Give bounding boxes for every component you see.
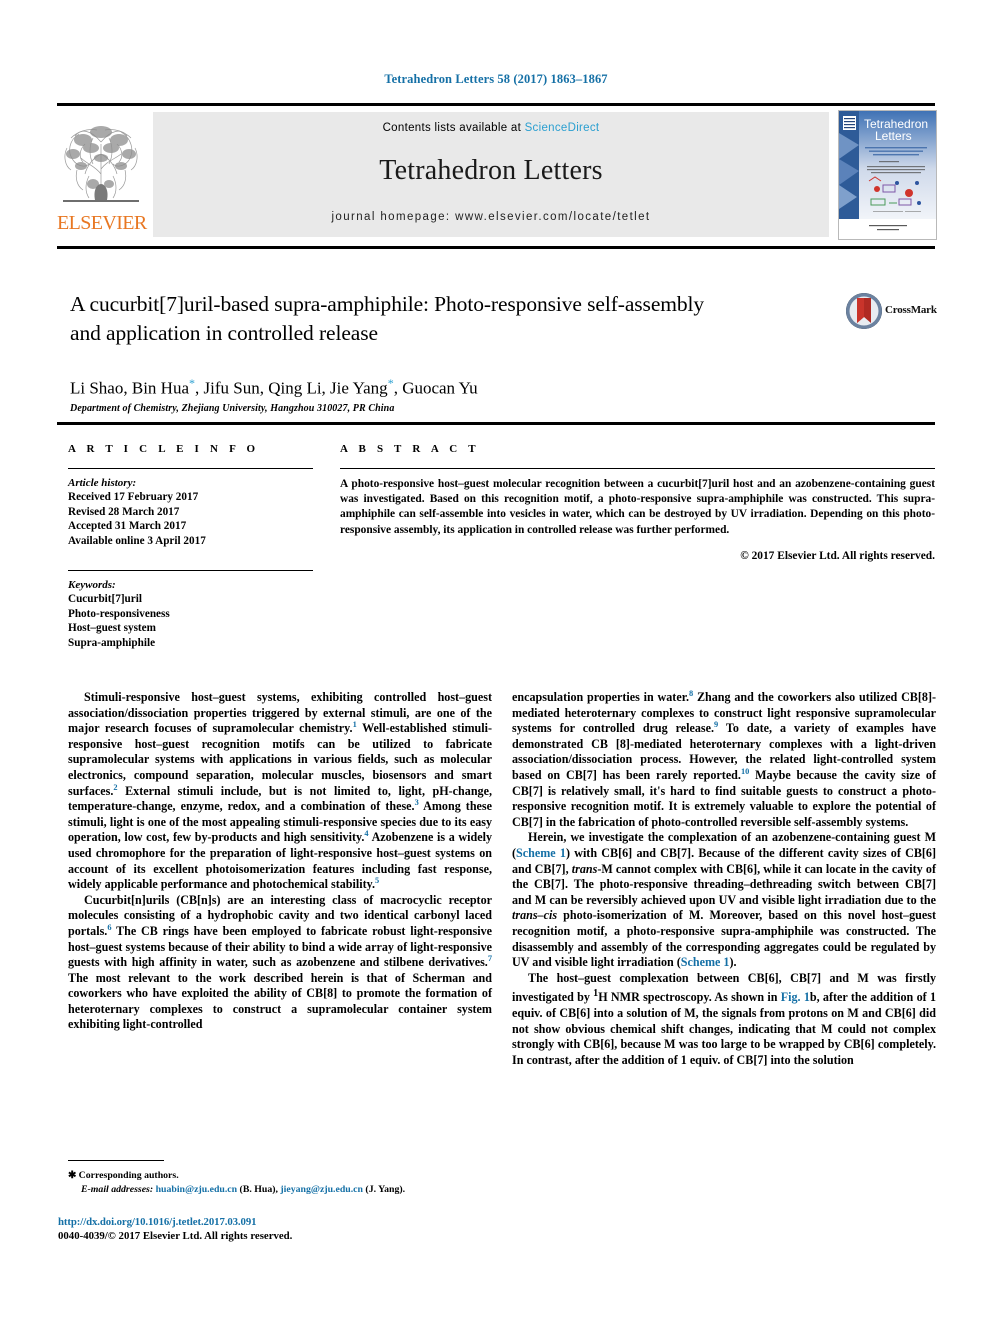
- text-run: ).: [729, 955, 737, 970]
- journal-cover-thumbnail: Tetrahedron Letters: [838, 110, 937, 240]
- article-history-label: Article history:: [68, 477, 137, 489]
- keyword-item: Photo-responsiveness: [68, 607, 170, 620]
- affiliation: Department of Chemistry, Zhejiang Univer…: [70, 403, 395, 414]
- abstract-divider: [340, 468, 935, 469]
- paper-page: Tetrahedron Letters 58 (2017) 1863–1867: [0, 0, 992, 1323]
- contents-lists-line: Contents lists available at ScienceDirec…: [153, 122, 829, 134]
- sciencedirect-band: Contents lists available at ScienceDirec…: [153, 112, 829, 237]
- info-band-rule: [57, 422, 935, 425]
- journal-title: Tetrahedron Letters: [379, 155, 603, 186]
- email-label: E-mail addresses:: [81, 1183, 154, 1195]
- email-owner-1: (B. Hua),: [237, 1183, 281, 1195]
- email-line: E-mail addresses: huabin@zju.edu.cn (B. …: [68, 1183, 492, 1197]
- footnote-star: ✱: [68, 1170, 77, 1181]
- figure-link[interactable]: Fig. 1: [781, 990, 810, 1004]
- authors-part-2: , Jifu Sun, Qing Li, Jie Yang: [195, 378, 388, 398]
- article-info-divider-1: [68, 468, 313, 469]
- history-received: Received 17 February 2017: [68, 491, 199, 503]
- text-run: encapsulation properties in water.: [512, 690, 689, 704]
- email-link-1[interactable]: huabin@zju.edu.cn: [156, 1184, 238, 1195]
- footer-doi-block: http://dx.doi.org/10.1016/j.tetlet.2017.…: [58, 1216, 558, 1242]
- sciencedirect-link[interactable]: ScienceDirect: [525, 122, 600, 134]
- body-paragraph: encapsulation properties in water.8 Zhan…: [512, 689, 936, 830]
- text-run-italic: trans: [571, 861, 598, 876]
- scheme-link[interactable]: Scheme 1: [516, 846, 566, 860]
- body-column-left: Stimuli-responsive host–guest systems, e…: [68, 690, 492, 1033]
- body-paragraph: Stimuli-responsive host–guest systems, e…: [68, 690, 492, 893]
- elsevier-tree-icon: [59, 114, 143, 206]
- crossmark-badge[interactable]: CrossMark: [845, 292, 945, 332]
- history-accepted: Accepted 31 March 2017: [68, 520, 187, 532]
- article-info-heading: A R T I C L E I N F O: [68, 443, 260, 455]
- elsevier-logo: ELSEVIER: [57, 112, 147, 237]
- journal-masthead: ELSEVIER Contents lists available at Sci…: [57, 103, 937, 240]
- keyword-item: Cucurbit[7]uril: [68, 593, 142, 605]
- keywords-label: Keywords:: [68, 579, 116, 591]
- running-head: Tetrahedron Letters 58 (2017) 1863–1867: [384, 72, 608, 86]
- contents-lists-prefix: Contents lists available at: [382, 122, 525, 134]
- issn-copyright: 0040-4039/© 2017 Elsevier Ltd. All right…: [58, 1230, 293, 1242]
- text-run-italic: trans–cis: [512, 908, 558, 923]
- email-owner-2: (J. Yang).: [362, 1183, 406, 1195]
- title-top-rule: [57, 246, 935, 249]
- reference-marker[interactable]: 7: [488, 954, 492, 963]
- abstract-copyright: © 2017 Elsevier Ltd. All rights reserved…: [740, 549, 935, 562]
- article-info-divider-2: [68, 570, 313, 571]
- body-paragraph: Cucurbit[n]urils (CB[n]s) are an interes…: [68, 893, 492, 1033]
- email-link-2[interactable]: jieyang@zju.edu.cn: [280, 1184, 363, 1195]
- page-title: A cucurbit[7]uril-based supra-amphiphile…: [70, 292, 705, 345]
- abstract-column: A B S T R A C T A photo-responsive host–…: [340, 443, 935, 562]
- article-info-column: A R T I C L E I N F O Article history: R…: [68, 443, 313, 650]
- footnote-divider: [68, 1160, 164, 1161]
- authors-part-1: Li Shao, Bin Hua: [70, 378, 189, 398]
- crossmark-label: CrossMark: [885, 304, 937, 316]
- corresponding-note: ✱ Corresponding authors.: [68, 1169, 492, 1183]
- body-column-right: encapsulation properties in water.8 Zhan…: [512, 689, 936, 1069]
- body-paragraph: Herein, we investigate the complexation …: [512, 830, 936, 970]
- corresponding-author-footnote: ✱ Corresponding authors. E-mail addresse…: [68, 1160, 492, 1196]
- journal-homepage-link[interactable]: journal homepage: www.elsevier.com/locat…: [153, 211, 829, 223]
- keyword-item: Host–guest system: [68, 622, 156, 634]
- author-list: Li Shao, Bin Hua*, Jifu Sun, Qing Li, Ji…: [70, 376, 830, 399]
- masthead-top-rule: [57, 103, 935, 106]
- reference-marker[interactable]: 5: [375, 876, 379, 885]
- text-run: The CB rings have been employed to fabri…: [68, 923, 492, 970]
- authors-part-3: , Guocan Yu: [393, 378, 478, 398]
- text-run: The most relevant to the work described …: [68, 970, 492, 1032]
- doi-link[interactable]: http://dx.doi.org/10.1016/j.tetlet.2017.…: [58, 1216, 558, 1228]
- text-run: H NMR spectroscopy. As shown in: [598, 990, 781, 1005]
- history-revised: Revised 28 March 2017: [68, 505, 180, 518]
- abstract-text: A photo-responsive host–guest molecular …: [340, 478, 935, 536]
- elsevier-wordmark: ELSEVIER: [57, 212, 147, 234]
- svg-text:Letters: Letters: [875, 129, 912, 143]
- scheme-link[interactable]: Scheme 1: [681, 955, 730, 969]
- body-paragraph: The host–guest complexation between CB[6…: [512, 971, 936, 1069]
- history-available-online: Available online 3 April 2017: [68, 534, 206, 547]
- keyword-item: Supra-amphiphile: [68, 636, 156, 649]
- crossmark-icon: [846, 293, 882, 329]
- abstract-heading: A B S T R A C T: [340, 443, 480, 455]
- footnote-text: Corresponding authors.: [78, 1170, 179, 1181]
